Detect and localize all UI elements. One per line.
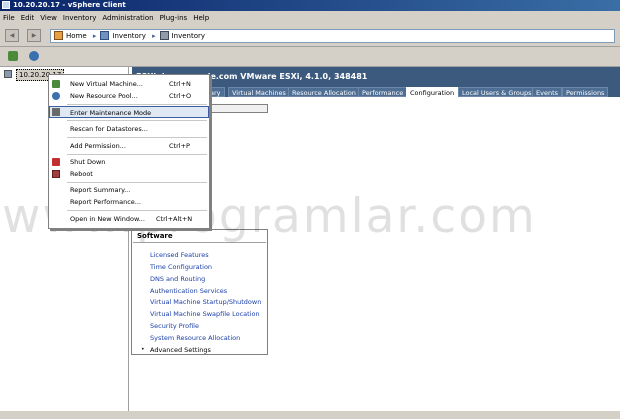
host-inventory-icon — [159, 31, 169, 40]
menu-item-new-vm[interactable]: New Virtual Machine... Ctrl+N — [49, 78, 209, 90]
menu-separator — [67, 210, 207, 211]
breadcrumb: Home ▸ Inventory ▸ Inventory — [50, 29, 615, 43]
link-vm-startup-shutdown[interactable]: Virtual Machine Startup/Shutdown — [150, 297, 261, 307]
link-advanced-settings[interactable]: Advanced Settings — [150, 345, 211, 355]
menu-item-add-permission[interactable]: Add Permission... Ctrl+P — [49, 140, 209, 152]
tab-performance[interactable]: Performance — [358, 87, 408, 97]
link-dns-and-routing[interactable]: DNS and Routing — [150, 274, 205, 284]
menu-item-shut-down[interactable]: Shut Down — [49, 156, 209, 168]
link-security-profile[interactable]: Security Profile — [150, 321, 199, 331]
menu-item-report-performance[interactable]: Report Performance... — [49, 196, 209, 208]
inventory-icon — [100, 31, 110, 40]
breadcrumb-inventory-current[interactable]: Inventory — [172, 30, 205, 42]
menu-separator — [67, 137, 207, 138]
menu-item-enter-maintenance-mode[interactable]: Enter Maintenance Mode — [49, 106, 209, 118]
tab-local-users-groups[interactable]: Local Users & Groups — [458, 87, 536, 97]
title-bar: 10.20.20.17 - vSphere Client — [0, 0, 620, 11]
link-time-configuration[interactable]: Time Configuration — [150, 262, 212, 272]
menu-item-open-new-window[interactable]: Open in New Window... Ctrl+Alt+N — [49, 213, 209, 225]
back-button[interactable]: ◀ — [5, 29, 19, 42]
link-authentication-services[interactable]: Authentication Services — [150, 286, 227, 296]
tab-virtual-machines[interactable]: Virtual Machines — [228, 87, 290, 97]
resource-pool-icon — [52, 92, 60, 100]
new-vm-icon — [52, 80, 60, 88]
home-icon — [54, 31, 63, 40]
tab-resource-allocation[interactable]: Resource Allocation — [288, 87, 360, 97]
window-title: 10.20.20.17 - vSphere Client — [13, 1, 126, 9]
reboot-icon — [52, 170, 60, 178]
tab-permissions[interactable]: Permissions — [562, 87, 609, 97]
chevron-right-icon: ▸ — [92, 32, 97, 40]
menu-view[interactable]: View — [37, 11, 60, 26]
breadcrumb-home[interactable]: Home — [66, 30, 87, 42]
link-system-resource-allocation[interactable]: System Resource Allocation — [150, 333, 240, 343]
breadcrumb-inventory[interactable]: Inventory — [112, 30, 145, 42]
bullet-icon: • — [141, 346, 145, 353]
software-title: Software — [133, 230, 266, 243]
menu-item-reboot[interactable]: Reboot — [49, 168, 209, 180]
menu-item-report-summary[interactable]: Report Summary... — [49, 184, 209, 196]
menu-file[interactable]: File — [0, 11, 18, 26]
tab-events[interactable]: Events — [532, 87, 563, 97]
toolbar — [0, 47, 620, 67]
menu-administration[interactable]: Administration — [99, 11, 156, 26]
resource-pool-toolbar-icon[interactable] — [29, 51, 39, 61]
menu-separator — [67, 182, 207, 183]
vsphere-app-icon — [2, 1, 10, 9]
chevron-right-icon: ▸ — [152, 32, 156, 40]
menu-item-rescan-datastores[interactable]: Rescan for Datastores... — [49, 123, 209, 135]
maintenance-icon — [52, 108, 60, 116]
shutdown-icon — [52, 158, 60, 166]
context-menu: New Virtual Machine... Ctrl+N New Resour… — [48, 74, 210, 229]
link-vm-swapfile-location[interactable]: Virtual Machine Swapfile Location — [150, 309, 260, 319]
menu-edit[interactable]: Edit — [18, 11, 38, 26]
menu-bar: File Edit View Inventory Administration Plug-… — [0, 11, 620, 26]
tab-configuration[interactable]: Configuration — [406, 87, 459, 97]
menu-separator — [67, 120, 207, 121]
menu-help[interactable]: Help — [190, 11, 212, 26]
menu-item-new-resource-pool[interactable]: New Resource Pool... Ctrl+O — [49, 90, 209, 102]
navigation-bar: ◀ ▶ Home ▸ Inventory ▸ Inventory — [0, 26, 620, 47]
menu-inventory[interactable]: Inventory — [60, 11, 99, 26]
host-icon — [4, 70, 12, 78]
new-vm-toolbar-icon[interactable] — [8, 51, 18, 61]
menu-separator — [67, 154, 207, 155]
status-bar — [0, 411, 620, 419]
menu-plugins[interactable]: Plug-ins — [157, 11, 191, 26]
link-licensed-features[interactable]: Licensed Features — [150, 250, 209, 260]
forward-button[interactable]: ▶ — [27, 29, 41, 42]
menu-separator — [67, 104, 207, 105]
